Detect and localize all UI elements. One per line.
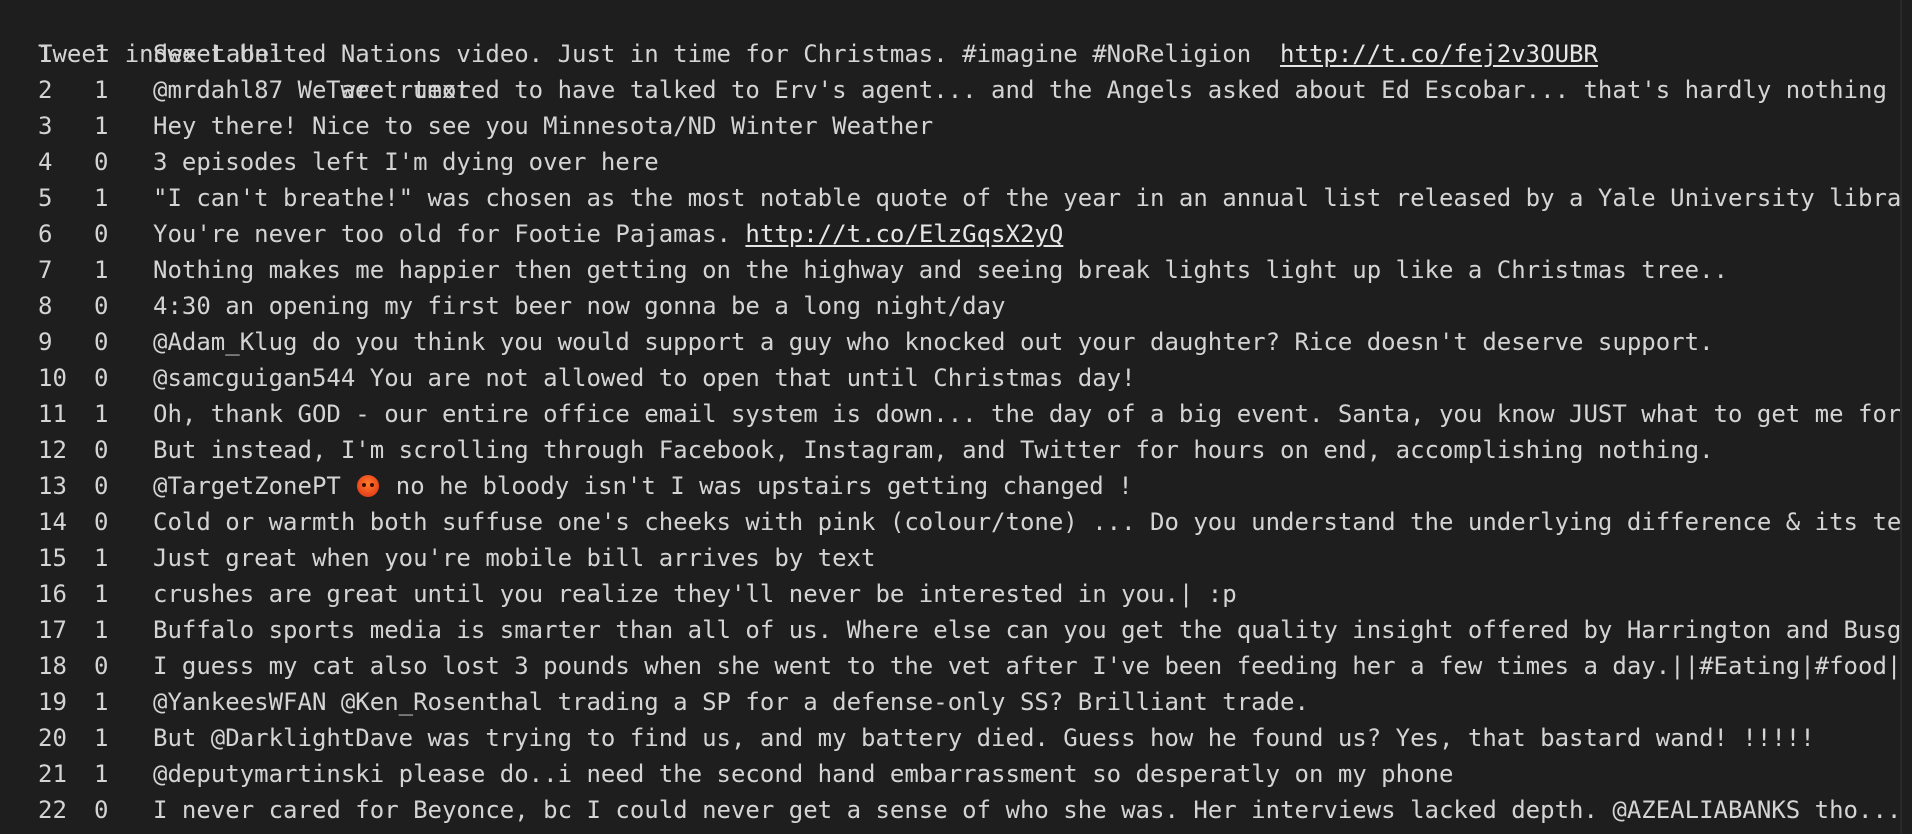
tweet-text-segment: @Adam_Klug do you think you would suppor…	[153, 328, 1714, 356]
row-tweet-text: But @DarklightDave was trying to find us…	[153, 720, 1815, 756]
row-tweet-text: You're never too old for Footie Pajamas.…	[153, 216, 1063, 252]
tweet-text-segment: But instead, I'm scrolling through Faceb…	[153, 436, 1714, 464]
row-tweet-text: 4:30 an opening my first beer now gonna …	[153, 288, 1006, 324]
row-index: 13	[38, 472, 67, 500]
scrollbar-track[interactable]	[1900, 0, 1902, 834]
row-index: 21	[38, 760, 67, 788]
tweet-text-segment: @YankeesWFAN @Ken_Rosenthal trading a SP…	[153, 688, 1309, 716]
row-tweet-text: Just great when you're mobile bill arriv…	[153, 540, 875, 576]
tweet-link[interactable]: http://t.co/fej2v3OUBR	[1280, 40, 1598, 68]
row-tweet-text: @Adam_Klug do you think you would suppor…	[153, 324, 1714, 360]
tweet-text-segment: Just great when you're mobile bill arriv…	[153, 544, 876, 572]
row-tweet-text: Oh, thank GOD - our entire office email …	[153, 396, 1900, 432]
tweet-text-segment: Oh, thank GOD - our entire office email …	[153, 400, 1900, 428]
row-tweet-text: But instead, I'm scrolling through Faceb…	[153, 432, 1714, 468]
row-index: 14	[38, 508, 67, 536]
row-tweet-text: Sweet United Nations video. Just in time…	[153, 36, 1598, 72]
row-index: 5	[38, 184, 53, 212]
row-label: 1	[94, 76, 109, 104]
row-label: 0	[94, 508, 109, 536]
tweet-text-segment: You're never too old for Footie Pajamas.	[153, 220, 746, 248]
row-label: 1	[94, 400, 109, 428]
row-index: 17	[38, 616, 67, 644]
tweet-text-segment: Nothing makes me happier then getting on…	[153, 256, 1728, 284]
row-index: 12	[38, 436, 67, 464]
tweet-text-segment: Hey there! Nice to see you Minnesota/ND …	[153, 112, 934, 140]
tweet-text-segment: 4:30 an opening my first beer now gonna …	[153, 292, 1006, 320]
row-tweet-text: Hey there! Nice to see you Minnesota/ND …	[153, 108, 933, 144]
row-index: 16	[38, 580, 67, 608]
tweet-text-segment: crushes are great until you realize they…	[153, 580, 1237, 608]
row-index: 3	[38, 112, 53, 140]
tweet-text-segment: @deputymartinski please do..i need the s…	[153, 760, 1454, 788]
tweet-text-segment: @mrdahl87 We are rumored to have talked …	[153, 76, 1900, 104]
tweet-text-segment: 3 episodes left I'm dying over here	[153, 148, 659, 176]
row-index: 8	[38, 292, 53, 320]
row-label: 1	[94, 724, 109, 752]
tweet-text-segment: Buffalo sports media is smarter than all…	[153, 616, 1900, 644]
row-label: 0	[94, 652, 109, 680]
row-index: 18	[38, 652, 67, 680]
row-tweet-text: @mrdahl87 We are rumored to have talked …	[153, 72, 1900, 108]
row-label: 0	[94, 220, 109, 248]
row-index: 11	[38, 400, 67, 428]
row-index: 9	[38, 328, 53, 356]
row-label: 1	[94, 184, 109, 212]
row-label: 1	[94, 544, 109, 572]
tweet-text-segment: no he bloody isn't I was upstairs gettin…	[381, 472, 1133, 500]
row-label: 0	[94, 796, 109, 824]
angry-face-icon	[357, 475, 380, 497]
row-tweet-text: @deputymartinski please do..i need the s…	[153, 756, 1453, 792]
row-tweet-text: @TargetZonePT no he bloody isn't I was u…	[153, 468, 1133, 504]
row-index: 19	[38, 688, 67, 716]
row-tweet-text: crushes are great until you realize they…	[153, 576, 1237, 612]
row-index: 2	[38, 76, 53, 104]
row-tweet-text: Cold or warmth both suffuse one's cheeks…	[153, 504, 1900, 540]
row-label: 1	[94, 760, 109, 788]
row-tweet-text: @samcguigan544 You are not allowed to op…	[153, 360, 1136, 396]
tweet-link[interactable]: http://t.co/ElzGqsX2yQ	[745, 220, 1063, 248]
row-label: 0	[94, 472, 109, 500]
row-label: 1	[94, 616, 109, 644]
row-tweet-text: "I can't breathe!" was chosen as the mos…	[153, 180, 1900, 216]
row-label: 1	[94, 256, 109, 284]
row-tweet-text: I guess my cat also lost 3 pounds when s…	[153, 648, 1900, 684]
tweet-text-segment: @TargetZonePT	[153, 472, 356, 500]
tweet-text-segment: But @DarklightDave was trying to find us…	[153, 724, 1815, 752]
row-index: 7	[38, 256, 53, 284]
row-tweet-text: @YankeesWFAN @Ken_Rosenthal trading a SP…	[153, 684, 1309, 720]
row-index: 4	[38, 148, 53, 176]
row-label: 0	[94, 292, 109, 320]
row-index: 15	[38, 544, 67, 572]
row-index: 1	[38, 40, 53, 68]
row-label: 1	[94, 580, 109, 608]
tweet-text-segment: Cold or warmth both suffuse one's cheeks…	[153, 508, 1900, 536]
row-tweet-text: Nothing makes me happier then getting on…	[153, 252, 1728, 288]
row-index: 10	[38, 364, 67, 392]
row-tweet-text: I never cared for Beyonce, bc I could ne…	[153, 792, 1900, 828]
row-label: 1	[94, 40, 109, 68]
row-tweet-text: Buffalo sports media is smarter than all…	[153, 612, 1900, 648]
row-label: 0	[94, 148, 109, 176]
row-label: 1	[94, 688, 109, 716]
table-header: Tweet index Label Tweet text	[0, 0, 471, 104]
tweet-text-segment: "I can't breathe!" was chosen as the mos…	[153, 184, 1900, 212]
data-viewer: Tweet index Label Tweet text 1 1 Sweet Uni…	[0, 0, 1900, 834]
tweet-text-segment: I never cared for Beyonce, bc I could ne…	[153, 796, 1900, 824]
row-label: 0	[94, 328, 109, 356]
row-index: 6	[38, 220, 53, 248]
row-label: 1	[94, 112, 109, 140]
tweet-text-segment: @samcguigan544 You are not allowed to op…	[153, 364, 1136, 392]
row-label: 0	[94, 436, 109, 464]
tweet-text-segment: Sweet United Nations video. Just in time…	[153, 40, 1281, 68]
row-index: 22	[38, 796, 67, 824]
tweet-text-segment: I guess my cat also lost 3 pounds when s…	[153, 652, 1900, 680]
row-label: 0	[94, 364, 109, 392]
row-index: 20	[38, 724, 67, 752]
row-tweet-text: 3 episodes left I'm dying over here	[153, 144, 659, 180]
